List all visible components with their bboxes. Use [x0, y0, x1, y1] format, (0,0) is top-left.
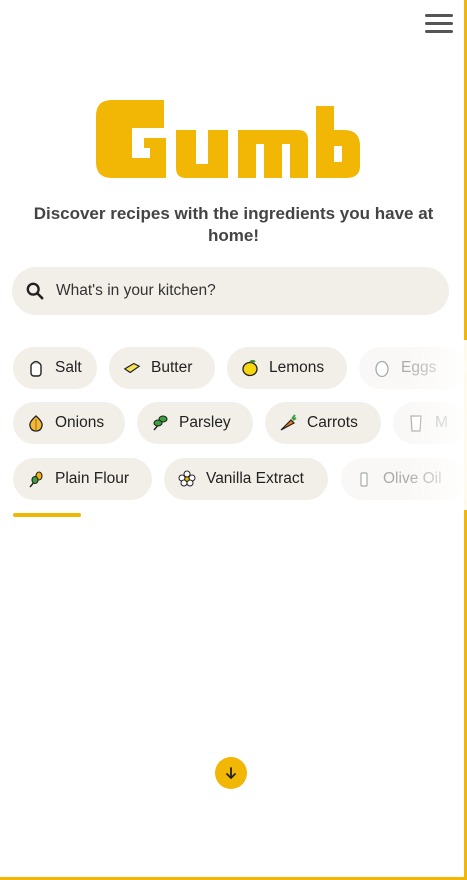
chip-label: Eggs: [401, 359, 437, 376]
parsley-icon: [151, 414, 169, 432]
ingredient-chip-salt[interactable]: Salt: [13, 347, 97, 389]
egg-icon: [373, 359, 391, 377]
chip-label: Plain Flour: [55, 470, 130, 487]
ingredient-row-1: Salt Butter Lemons Eggs: [0, 347, 467, 391]
olive-oil-icon: [355, 470, 373, 488]
tagline: Discover recipes with the ingredients yo…: [33, 204, 434, 245]
ingredient-chip-onions[interactable]: Onions: [13, 402, 125, 444]
carrot-icon: [279, 414, 297, 432]
chip-label: Butter: [151, 359, 193, 376]
chip-label: Onions: [55, 414, 105, 431]
ingredient-chip-parsley[interactable]: Parsley: [137, 402, 253, 444]
search-icon: [26, 282, 44, 300]
chip-label: Vanilla Extract: [206, 470, 304, 487]
arrow-down-icon: [226, 767, 236, 779]
ingredient-chip-eggs[interactable]: Eggs: [359, 347, 467, 389]
lemon-icon: [241, 359, 259, 377]
chip-label: Parsley: [179, 414, 231, 431]
chip-label: Salt: [55, 359, 82, 376]
ingredient-chip-carrots[interactable]: Carrots: [265, 402, 381, 444]
ingredient-chip-plain-flour[interactable]: Plain Flour: [13, 458, 152, 500]
ingredient-row-2: Onions Parsley Carrots M: [0, 402, 467, 446]
ingredient-chip-vanilla-extract[interactable]: Vanilla Extract: [164, 458, 328, 500]
chip-label: Carrots: [307, 414, 358, 431]
chip-label: Olive Oil: [383, 470, 442, 487]
search-bar[interactable]: [12, 267, 449, 315]
horizontal-scroll-indicator[interactable]: [13, 513, 81, 517]
chip-label: M: [435, 414, 448, 431]
scroll-down-button[interactable]: [215, 757, 247, 789]
ingredient-chip-olive-oil[interactable]: Olive Oil: [341, 458, 467, 500]
page: Discover recipes with the ingredients yo…: [0, 0, 467, 880]
ingredient-chip-milk[interactable]: M: [393, 402, 467, 444]
chip-label: Lemons: [269, 359, 325, 376]
onion-icon: [27, 414, 45, 432]
ingredient-row-3: Plain Flour Vanilla Extract Olive Oil: [0, 458, 467, 502]
butter-icon: [123, 359, 141, 377]
ingredient-chip-butter[interactable]: Butter: [109, 347, 215, 389]
gumbo-logo: [92, 92, 372, 192]
search-input[interactable]: [54, 281, 434, 301]
salt-shaker-icon: [27, 359, 45, 377]
milk-icon: [407, 414, 425, 432]
hamburger-menu-icon[interactable]: [425, 12, 453, 36]
vanilla-flower-icon: [178, 470, 196, 488]
wheat-icon: [27, 470, 45, 488]
ingredient-chip-lemons[interactable]: Lemons: [227, 347, 347, 389]
